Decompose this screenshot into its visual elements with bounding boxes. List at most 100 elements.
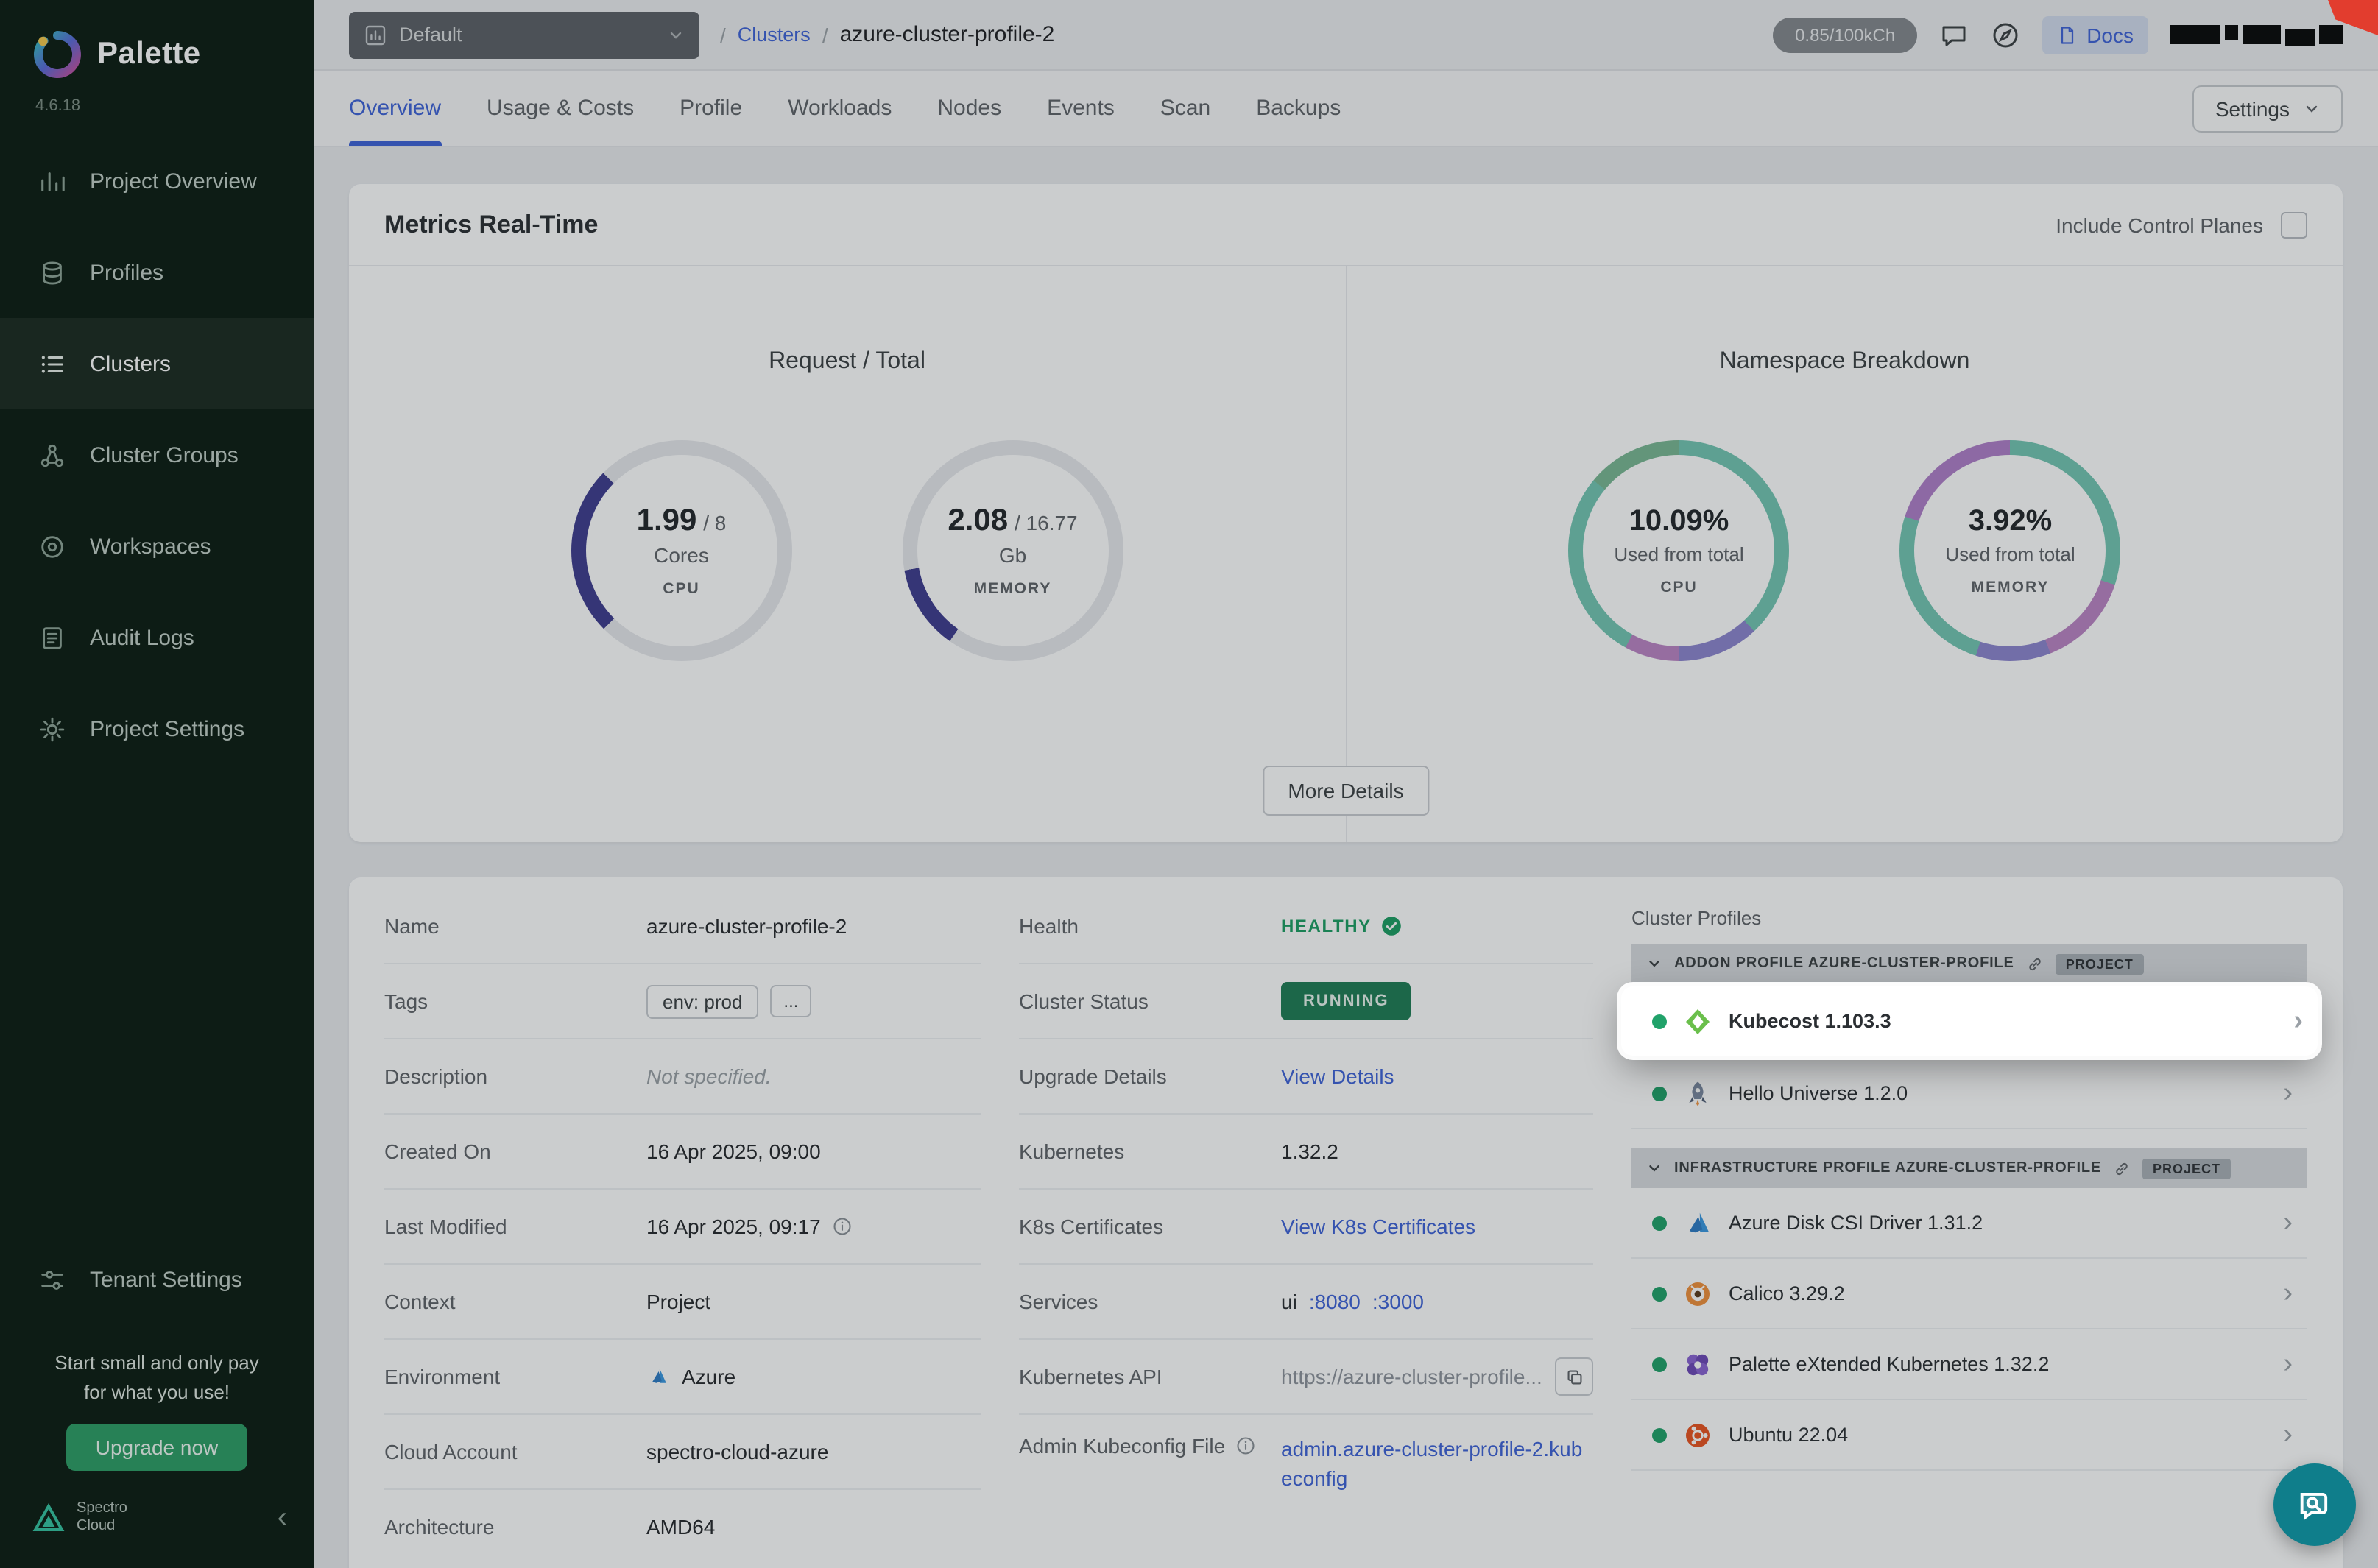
admin-kubeconfig-link[interactable]: admin.azure-cluster-profile-2.kubeconfig bbox=[1281, 1434, 1583, 1494]
cluster-tabbar: Overview Usage & Costs Profile Workloads… bbox=[314, 71, 2378, 147]
view-details-link[interactable]: View Details bbox=[1281, 1064, 1394, 1088]
tab-events[interactable]: Events bbox=[1047, 71, 1115, 146]
health-status-badge: HEALTHY bbox=[1281, 916, 1372, 936]
sidebar-nav: Project Overview Profiles Clusters Clust… bbox=[0, 135, 314, 774]
profile-item-palette-extended-kubernetes[interactable]: Palette eXtended Kubernetes 1.32.2 › bbox=[1631, 1329, 2307, 1400]
tab-scan[interactable]: Scan bbox=[1160, 71, 1210, 146]
request-total-title: Request / Total bbox=[769, 349, 925, 375]
profile-item-azure-disk-csi[interactable]: Azure Disk CSI Driver 1.31.2 › bbox=[1631, 1188, 2307, 1259]
bar-chart-icon bbox=[364, 23, 387, 46]
sidebar-item-project-settings[interactable]: Project Settings bbox=[0, 683, 314, 774]
brand-row: Palette bbox=[0, 0, 314, 85]
more-details-button[interactable]: More Details bbox=[1263, 766, 1428, 816]
sidebar-item-workspaces[interactable]: Workspaces bbox=[0, 501, 314, 592]
name-row: Name azure-cluster-profile-2 bbox=[384, 889, 981, 964]
breadcrumb-clusters-link[interactable]: Clusters bbox=[738, 24, 811, 46]
running-status-badge: RUNNING bbox=[1281, 982, 1411, 1020]
chat-icon[interactable] bbox=[1939, 20, 1969, 49]
info-icon[interactable] bbox=[1235, 1435, 1256, 1456]
service-port-3000-link[interactable]: :3000 bbox=[1372, 1290, 1424, 1313]
sidebar-item-tenant-settings[interactable]: Tenant Settings bbox=[0, 1234, 314, 1325]
settings-button[interactable]: Settings bbox=[2193, 85, 2343, 132]
info-icon[interactable] bbox=[833, 1216, 853, 1237]
metrics-title: Metrics Real-Time bbox=[384, 210, 598, 239]
profile-item-name: Azure Disk CSI Driver 1.31.2 bbox=[1729, 1212, 1983, 1234]
architecture-value: AMD64 bbox=[646, 1515, 715, 1539]
tab-workloads[interactable]: Workloads bbox=[788, 71, 892, 146]
help-chat-fab[interactable] bbox=[2273, 1463, 2356, 1546]
status-dot bbox=[1652, 1215, 1667, 1230]
sidebar: Palette 4.6.18 Project Overview Profiles bbox=[0, 0, 314, 1568]
tab-usage-costs[interactable]: Usage & Costs bbox=[487, 71, 634, 146]
tag-chip[interactable]: env: prod bbox=[646, 984, 758, 1018]
docs-label: Docs bbox=[2086, 23, 2134, 46]
tab-overview[interactable]: Overview bbox=[349, 71, 441, 146]
details-column: Name azure-cluster-profile-2 Tags env: p… bbox=[384, 889, 981, 1568]
upgrade-now-button[interactable]: Upgrade now bbox=[66, 1424, 248, 1471]
memory-gauge-unit: Gb bbox=[948, 543, 1077, 567]
cpu-gauge-value: 1.99 bbox=[637, 504, 697, 537]
sidebar-item-audit-logs[interactable]: Audit Logs bbox=[0, 592, 314, 683]
topbar-right: 0.85/100kCh Docs bbox=[1773, 15, 2343, 54]
docs-button[interactable]: Docs bbox=[2042, 15, 2148, 54]
layers-icon bbox=[38, 258, 66, 286]
status-dot bbox=[1652, 1086, 1667, 1101]
section-title: ADDON PROFILE AZURE-CLUSTER-PROFILE bbox=[1674, 956, 2014, 972]
cpu-gauge: 1.99 / 8 Cores CPU bbox=[571, 440, 792, 661]
infrastructure-profile-header[interactable]: INFRASTRUCTURE PROFILE AZURE-CLUSTER-PRO… bbox=[1631, 1148, 2307, 1188]
tab-backups[interactable]: Backups bbox=[1256, 71, 1341, 146]
sidebar-item-cluster-groups[interactable]: Cluster Groups bbox=[0, 409, 314, 501]
k8s-certificates-row: K8s Certificates View K8s Certificates bbox=[1019, 1190, 1593, 1265]
memory-gauge-total: / 16.77 bbox=[1015, 511, 1078, 534]
chevron-right-icon: › bbox=[2283, 1421, 2293, 1449]
kubernetes-row: Kubernetes 1.32.2 bbox=[1019, 1115, 1593, 1190]
last-modified-row: Last Modified 16 Apr 2025, 09:17 bbox=[384, 1190, 981, 1265]
copy-icon[interactable] bbox=[1555, 1357, 1593, 1396]
sidebar-collapse-chevron-icon[interactable]: ‹ bbox=[278, 1503, 287, 1533]
metrics-header: Metrics Real-Time Include Control Planes bbox=[349, 184, 2343, 266]
view-k8s-certificates-link[interactable]: View K8s Certificates bbox=[1281, 1215, 1475, 1238]
admin-kubeconfig-label: Admin Kubeconfig File bbox=[1019, 1434, 1281, 1458]
profile-item-name: Ubuntu 22.04 bbox=[1729, 1424, 1848, 1446]
profile-item-name: Hello Universe 1.2.0 bbox=[1729, 1082, 1908, 1104]
app: Palette 4.6.18 Project Overview Profiles bbox=[0, 0, 2378, 1568]
chart-icon bbox=[38, 167, 66, 195]
service-name: ui bbox=[1281, 1290, 1297, 1313]
main-content: Metrics Real-Time Include Control Planes… bbox=[314, 147, 2378, 1568]
profile-item-calico[interactable]: Calico 3.29.2 › bbox=[1631, 1259, 2307, 1329]
sidebar-footer: SpectroCloud ‹ bbox=[0, 1471, 314, 1568]
tab-profile[interactable]: Profile bbox=[680, 71, 742, 146]
chevron-down-icon bbox=[667, 26, 685, 43]
upgrade-details-label: Upgrade Details bbox=[1019, 1064, 1281, 1088]
tag-overflow-chip[interactable]: ... bbox=[770, 985, 811, 1017]
status-dot bbox=[1652, 1427, 1667, 1442]
description-row: Description Not specified. bbox=[384, 1039, 981, 1115]
brand-name: Palette bbox=[97, 37, 201, 72]
context-row: Context Project bbox=[384, 1265, 981, 1340]
last-modified-value: 16 Apr 2025, 09:17 bbox=[646, 1215, 821, 1238]
tab-nodes[interactable]: Nodes bbox=[937, 71, 1001, 146]
status-column: Health HEALTHY Cluster Status RUNNING bbox=[1019, 889, 1593, 1568]
namespace-cpu-donut: 10.09% Used from total CPU bbox=[1569, 440, 1790, 661]
profile-item-ubuntu[interactable]: Ubuntu 22.04 › bbox=[1631, 1400, 2307, 1471]
profile-item-hello-universe[interactable]: Hello Universe 1.2.0 › bbox=[1631, 1059, 2307, 1129]
sidebar-item-profiles[interactable]: Profiles bbox=[0, 227, 314, 318]
breadcrumb-separator: / bbox=[822, 23, 828, 46]
nav-label: Audit Logs bbox=[90, 625, 194, 650]
nav-label: Profiles bbox=[90, 260, 163, 285]
namespace-cpu-label: CPU bbox=[1614, 579, 1743, 596]
addon-profile-header[interactable]: ADDON PROFILE AZURE-CLUSTER-PROFILE PROJ… bbox=[1631, 944, 2307, 983]
docs-icon bbox=[2057, 24, 2078, 45]
status-dot bbox=[1652, 1014, 1667, 1028]
compass-icon[interactable] bbox=[1991, 20, 2020, 49]
sidebar-item-clusters[interactable]: Clusters bbox=[0, 318, 314, 409]
project-selector[interactable]: Default bbox=[349, 11, 699, 58]
azure-icon bbox=[1683, 1208, 1712, 1237]
service-port-8080-link[interactable]: :8080 bbox=[1309, 1290, 1361, 1313]
sidebar-item-project-overview[interactable]: Project Overview bbox=[0, 135, 314, 227]
link-icon bbox=[2026, 955, 2044, 972]
profile-item-kubecost[interactable]: Kubecost 1.103.3 › bbox=[1621, 986, 2318, 1056]
include-control-planes-checkbox[interactable] bbox=[2281, 211, 2307, 238]
chevron-down-icon bbox=[2303, 99, 2321, 117]
sliders-icon bbox=[38, 1265, 66, 1293]
